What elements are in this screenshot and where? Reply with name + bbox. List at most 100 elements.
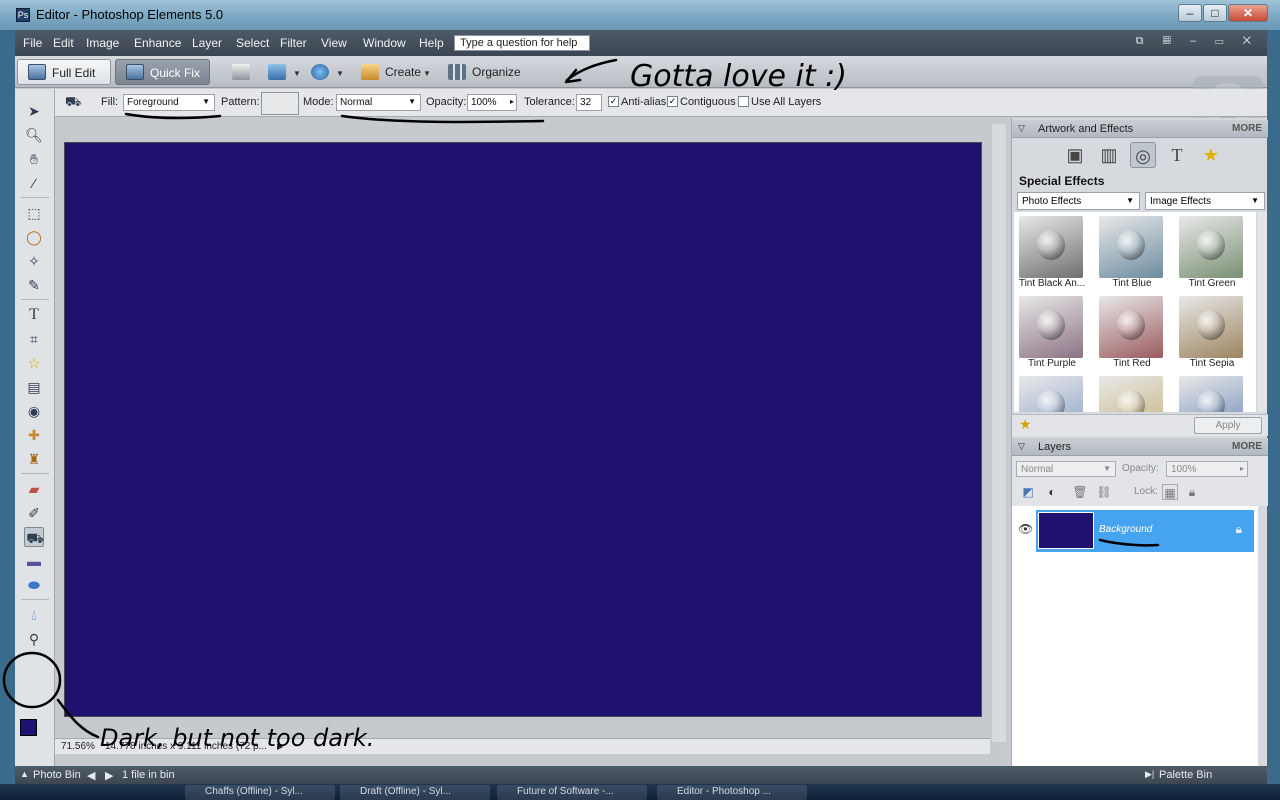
artwork-panel-header[interactable]: ▽ Artwork and Effects MORE [1012, 120, 1268, 138]
zoom-tool[interactable]: 🔍︎ [24, 125, 44, 145]
star-icon[interactable]: ★ [1019, 416, 1032, 433]
clone-stamp-tool[interactable]: ♜ [24, 449, 44, 469]
share-icon[interactable] [268, 64, 286, 80]
pattern-picker[interactable] [261, 92, 299, 115]
share-dropdown-icon[interactable]: ▼ [293, 69, 301, 78]
link-icon[interactable]: ⛓︎ [1096, 484, 1112, 500]
menu-filter[interactable]: Filter [280, 36, 307, 50]
paint-bucket-tool[interactable]: ⛟ [24, 527, 44, 547]
move-tool[interactable]: ➤ [24, 101, 44, 121]
menu-layer[interactable]: Layer [192, 36, 222, 50]
tab-quick-fix[interactable]: Quick Fix [115, 59, 210, 85]
taskbar-item[interactable]: Chaffs (Offline) - Syl... [185, 785, 335, 800]
organize-button[interactable]: Organize [472, 65, 521, 79]
adjustment-layer-icon[interactable]: ◐ [1044, 484, 1060, 500]
tab-full-edit[interactable]: Full Edit [17, 59, 111, 85]
artwork-backgrounds-button[interactable]: ▣ [1062, 142, 1088, 168]
effect-thumb[interactable]: Tint Green [1176, 214, 1252, 292]
effect-thumb[interactable] [1096, 374, 1172, 412]
lock-transparency-icon[interactable]: ▦ [1162, 484, 1178, 500]
trash-icon[interactable]: 🗑︎ [1072, 484, 1088, 500]
effect-thumb[interactable]: Tint Black An... [1016, 214, 1092, 292]
effect-thumb[interactable] [1016, 374, 1092, 412]
apply-button[interactable]: Apply [1194, 417, 1262, 434]
foreground-color-swatch[interactable] [20, 719, 37, 736]
contiguous-checkbox[interactable]: ✓ [667, 96, 678, 107]
eye-icon[interactable]: 👁︎ [1018, 522, 1033, 536]
use-all-layers-checkbox[interactable] [738, 96, 749, 107]
tolerance-field[interactable]: 32 [576, 94, 602, 111]
crop-tool[interactable]: ⌗ [24, 329, 44, 349]
brush-tool[interactable]: ✐ [24, 503, 44, 523]
opacity-field[interactable]: 100% ▸ [467, 94, 517, 111]
layers-more-button[interactable]: MORE [1232, 441, 1262, 452]
workspace-controls[interactable]: ⧉ ▦ – ▭ ✕ [1136, 35, 1259, 48]
sponge-tool[interactable]: ⚲ [24, 629, 44, 649]
layer-opacity-field[interactable]: 100% ▸ [1166, 461, 1248, 477]
effect-thumb[interactable]: Tint Purple [1016, 294, 1092, 372]
close-button[interactable]: ✕ [1228, 4, 1268, 22]
straighten-tool[interactable]: ▤ [24, 377, 44, 397]
collapse-icon[interactable]: ▽ [1018, 123, 1025, 134]
artwork-frames-button[interactable]: ▥ [1096, 142, 1122, 168]
blend-mode-select[interactable]: Normal ▼ [1016, 461, 1116, 477]
menu-file[interactable]: File [23, 36, 42, 50]
lasso-tool[interactable]: ◯ [24, 227, 44, 247]
cookie-cutter-tool[interactable]: ☆ [24, 353, 44, 373]
create-dropdown-icon[interactable]: ▼ [423, 69, 431, 78]
artwork-more-button[interactable]: MORE [1232, 123, 1262, 134]
effect-thumb[interactable]: Tint Sepia [1176, 294, 1252, 372]
taskbar-item[interactable]: Draft (Offline) - Syl... [340, 785, 490, 800]
taskbar-item[interactable]: Future of Software -... [497, 785, 647, 800]
favorites-button[interactable]: ★ [1198, 142, 1224, 168]
effects-scrollbar[interactable] [1258, 212, 1267, 412]
collapse-icon[interactable]: ▽ [1018, 441, 1025, 452]
zoom-level[interactable]: 71.56% [61, 741, 95, 752]
slider-arrow-icon[interactable]: ▸ [1240, 464, 1244, 473]
minimize-button[interactable]: – [1178, 4, 1202, 22]
new-layer-icon[interactable]: ◩ [1020, 484, 1036, 500]
shape-tool[interactable]: ⬬ [24, 575, 44, 595]
next-icon[interactable]: ▶ [105, 769, 113, 782]
layers-panel-header[interactable]: ▽ Layers MORE [1012, 438, 1268, 456]
anti-alias-checkbox[interactable]: ✓ [608, 96, 619, 107]
photo-bin-toggle[interactable]: Photo Bin [33, 769, 81, 781]
online-services-icon[interactable] [311, 64, 329, 80]
layer-row[interactable]: Background 🔒︎ [1036, 510, 1254, 552]
eyedropper-tool[interactable]: ⁄ [24, 173, 44, 193]
print-icon[interactable] [232, 64, 250, 80]
effect-type-select[interactable]: Image Effects ▼ [1145, 192, 1265, 210]
lock-all-icon[interactable]: 🔒︎ [1184, 484, 1200, 500]
taskbar-item[interactable]: Editor - Photoshop ... [657, 785, 807, 800]
vertical-scrollbar[interactable] [992, 124, 1006, 742]
menu-help[interactable]: Help [419, 36, 444, 50]
effect-category-select[interactable]: Photo Effects ▼ [1017, 192, 1140, 210]
menu-view[interactable]: View [321, 36, 347, 50]
status-menu-arrow-icon[interactable]: ▶ [277, 742, 283, 751]
effect-thumb[interactable]: Tint Blue [1096, 214, 1172, 292]
selection-brush-tool[interactable]: ✎ [24, 275, 44, 295]
maximize-button[interactable]: □ [1203, 4, 1227, 22]
online-dropdown-icon[interactable]: ▼ [336, 69, 344, 78]
type-tool[interactable]: T [24, 305, 44, 325]
menu-enhance[interactable]: Enhance [134, 36, 181, 50]
eraser-tool[interactable]: ▰ [24, 479, 44, 499]
hand-tool[interactable]: ✋︎ [24, 149, 44, 169]
marquee-tool[interactable]: ⬚ [24, 203, 44, 223]
fill-select[interactable]: Foreground ▼ [123, 94, 215, 111]
magic-wand-tool[interactable]: ✧ [24, 251, 44, 271]
help-search-input[interactable]: Type a question for help [454, 35, 590, 51]
menu-window[interactable]: Window [363, 36, 406, 50]
effect-thumb[interactable] [1176, 374, 1252, 412]
previous-icon[interactable]: ◀ [87, 769, 95, 782]
palette-bin-arrow-icon[interactable]: ▶| [1145, 769, 1154, 780]
menu-edit[interactable]: Edit [53, 36, 74, 50]
red-eye-tool[interactable]: ◉ [24, 401, 44, 421]
menu-select[interactable]: Select [236, 36, 269, 50]
special-effects-button[interactable]: ◎ [1130, 142, 1156, 168]
healing-brush-tool[interactable]: ✚ [24, 425, 44, 445]
expand-icon[interactable]: ▲ [20, 769, 29, 779]
menu-image[interactable]: Image [86, 36, 119, 50]
gradient-tool[interactable]: ▬ [24, 551, 44, 571]
palette-bin-toggle[interactable]: Palette Bin [1159, 769, 1212, 781]
